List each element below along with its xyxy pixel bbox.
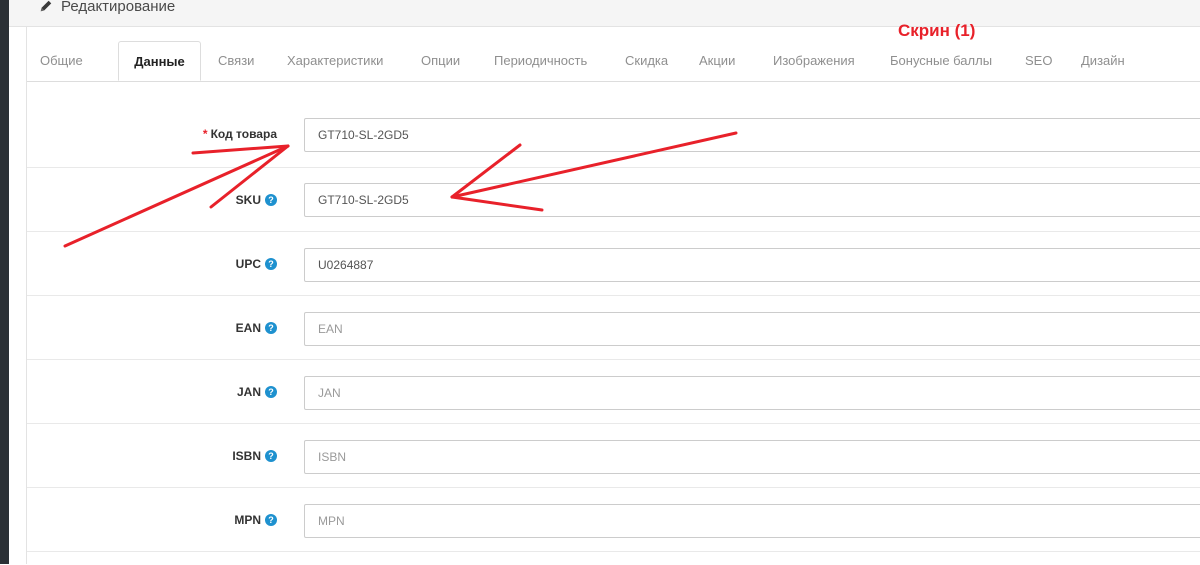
tab-options[interactable]: Опции: [421, 41, 460, 81]
panel-body: Общие Данные Связи Характеристики Опции …: [26, 27, 1200, 564]
help-icon[interactable]: ?: [265, 514, 277, 526]
tab-attributes[interactable]: Характеристики: [287, 41, 383, 81]
isbn-label-text: ISBN: [232, 449, 261, 463]
sku-label: SKU ?: [236, 168, 277, 232]
tab-recurring[interactable]: Периодичность: [494, 41, 587, 81]
ean-label: EAN ?: [236, 296, 277, 360]
form-row-mpn: MPN ?: [27, 487, 1200, 552]
jan-input[interactable]: [304, 376, 1200, 410]
form-row-upc: UPC ?: [27, 231, 1200, 296]
sku-label-text: SKU: [235, 193, 261, 207]
sku-input[interactable]: [304, 183, 1200, 217]
jan-label-text: JAN: [236, 385, 261, 399]
help-icon[interactable]: ?: [265, 450, 277, 462]
form-row-jan: JAN ?: [27, 359, 1200, 424]
annotation-label: Скрин (1): [898, 21, 976, 40]
help-icon[interactable]: ?: [265, 322, 277, 334]
panel-heading: Редактирование: [9, 0, 1200, 27]
ean-label-text: EAN: [235, 321, 261, 335]
help-icon[interactable]: ?: [265, 258, 277, 270]
form-row-sku: SKU ?: [27, 167, 1200, 232]
upc-label: UPC ?: [236, 232, 277, 296]
panel-title-text: Редактирование: [61, 0, 176, 15]
upc-label-text: UPC: [235, 257, 261, 271]
panel-title: Редактирование: [39, 0, 175, 18]
form-row-isbn: ISBN ?: [27, 423, 1200, 488]
help-icon[interactable]: ?: [265, 194, 277, 206]
isbn-label: ISBN ?: [232, 424, 277, 488]
tab-seo[interactable]: SEO: [1025, 41, 1052, 81]
tab-discount[interactable]: Скидка: [625, 41, 668, 81]
required-mark: *: [202, 127, 208, 141]
upc-input[interactable]: [304, 248, 1200, 282]
model-label-text: Код товара: [210, 127, 277, 141]
model-label: * Код товара: [203, 102, 277, 166]
form-row-model: * Код товара: [27, 102, 1200, 166]
mpn-label: MPN ?: [234, 488, 277, 552]
tab-design[interactable]: Дизайн: [1081, 41, 1125, 81]
sidebar-edge: [0, 0, 9, 564]
form-row-ean: EAN ?: [27, 295, 1200, 360]
tab-general[interactable]: Общие: [40, 41, 83, 81]
tab-images[interactable]: Изображения: [773, 41, 855, 81]
model-input[interactable]: [304, 118, 1200, 152]
tab-special[interactable]: Акции: [699, 41, 735, 81]
ean-input[interactable]: [304, 312, 1200, 346]
mpn-label-text: MPN: [234, 513, 261, 527]
tab-bar: Общие Данные Связи Характеристики Опции …: [27, 41, 1200, 82]
tab-data[interactable]: Данные: [118, 41, 201, 81]
tab-reward-points[interactable]: Бонусные баллы: [890, 41, 992, 81]
pencil-icon: [40, 0, 52, 12]
mpn-input[interactable]: [304, 504, 1200, 538]
isbn-input[interactable]: [304, 440, 1200, 474]
jan-label: JAN ?: [237, 360, 277, 424]
form-row-divider: [27, 551, 1200, 565]
tab-links[interactable]: Связи: [218, 41, 254, 81]
help-icon[interactable]: ?: [265, 386, 277, 398]
edit-panel: Редактирование Общие Данные Связи Характ…: [9, 0, 1200, 564]
